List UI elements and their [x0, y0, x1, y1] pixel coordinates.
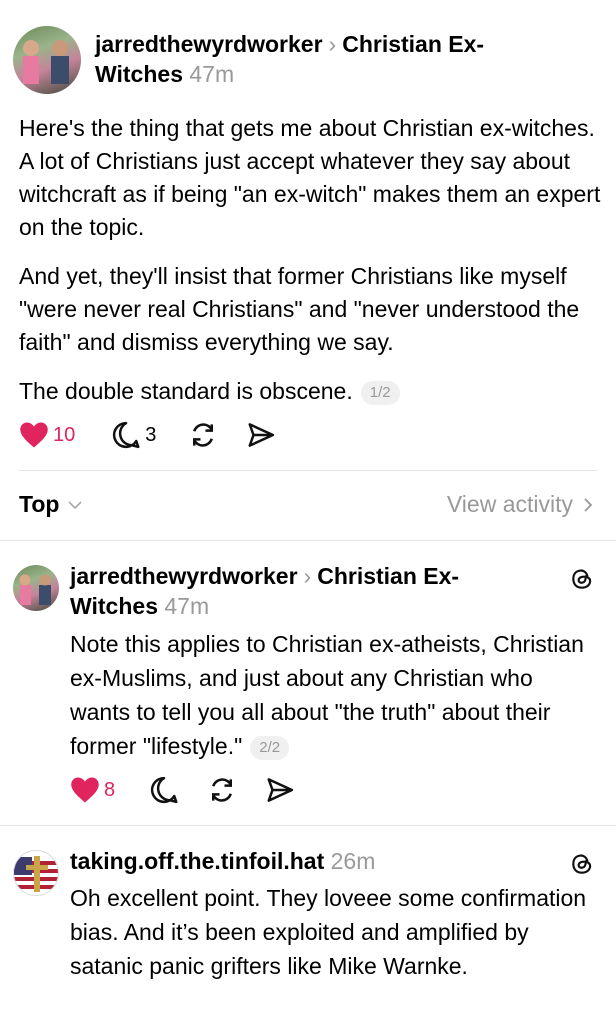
community-name-cont[interactable]: Witches — [70, 593, 158, 619]
reply-actions: 8 — [70, 775, 323, 805]
divider — [0, 825, 616, 826]
post-paragraph: The double standard is obscene. — [19, 378, 353, 404]
sort-dropdown[interactable]: Top — [19, 491, 85, 518]
reply-header: taking.off.the.tinfoil.hat 26m — [70, 846, 550, 876]
community-name-cont[interactable]: Witches — [95, 61, 183, 87]
like-count: 10 — [53, 423, 76, 446]
post-actions: 10 3 — [19, 420, 304, 450]
reply-count: 3 — [145, 423, 157, 446]
post-paragraph: And yet, they'll insist that former Chri… — [19, 263, 580, 355]
repost-icon — [212, 778, 233, 802]
author-name[interactable]: jarredthewyrdworker — [95, 31, 323, 57]
post-paragraph: Here's the thing that gets me about Chri… — [19, 115, 601, 240]
avatar[interactable] — [13, 26, 81, 94]
sort-label: Top — [19, 491, 60, 517]
page-indicator: 2/2 — [250, 735, 290, 760]
divider — [0, 540, 616, 541]
heart-icon — [71, 777, 99, 803]
chevron-right-icon — [584, 497, 593, 512]
community-name[interactable]: Christian Ex- — [342, 31, 484, 57]
avatar[interactable] — [13, 850, 59, 896]
repost-button[interactable] — [207, 775, 237, 805]
post-body: Here's the thing that gets me about Chri… — [19, 112, 604, 408]
reply-text: Note this applies to Christian ex-atheis… — [70, 631, 584, 759]
post-header: jarredthewyrdworker › Christian Ex- Witche… — [95, 29, 595, 89]
share-button[interactable] — [265, 775, 295, 805]
like-button[interactable]: 8 — [70, 776, 115, 804]
reply-icon — [151, 776, 178, 804]
view-activity-label: View activity — [446, 491, 573, 517]
reply-text: Oh excellent point. They loveee some con… — [70, 885, 587, 979]
reply-body: Oh excellent point. They loveee some con… — [70, 881, 590, 983]
reply-button[interactable] — [149, 775, 179, 805]
avatar[interactable] — [13, 565, 59, 611]
share-button[interactable] — [246, 420, 276, 450]
timestamp: 26m — [330, 848, 376, 874]
chevron-right-icon: › — [303, 563, 312, 589]
share-icon — [267, 778, 294, 802]
chevron-down-icon — [68, 500, 83, 509]
author-name[interactable]: taking.off.the.tinfoil.hat — [70, 848, 324, 874]
page-indicator: 1/2 — [360, 380, 400, 405]
reply-body: Note this applies to Christian ex-atheis… — [70, 627, 590, 763]
repost-icon — [193, 423, 214, 447]
timestamp: 47m — [164, 593, 210, 619]
like-button[interactable]: 10 — [19, 421, 75, 449]
chevron-right-icon: › — [328, 31, 337, 57]
threads-icon[interactable] — [569, 851, 595, 877]
threads-icon[interactable] — [569, 566, 595, 592]
timestamp: 47m — [189, 61, 235, 87]
heart-icon — [20, 422, 48, 448]
community-name[interactable]: Christian Ex- — [317, 563, 459, 589]
avatar-photo — [23, 40, 69, 84]
view-activity-link[interactable]: View activity — [447, 491, 597, 518]
divider — [19, 470, 597, 471]
reply-icon — [113, 421, 140, 449]
repost-button[interactable] — [188, 420, 218, 450]
avatar-photo — [19, 574, 51, 605]
author-name[interactable]: jarredthewyrdworker — [70, 563, 298, 589]
reply-button[interactable]: 3 — [111, 420, 156, 450]
share-icon — [248, 423, 275, 447]
reply-header: jarredthewyrdworker › Christian Ex- Witche… — [70, 561, 550, 621]
flag-cross-avatar — [14, 856, 58, 892]
like-count: 8 — [104, 778, 116, 801]
